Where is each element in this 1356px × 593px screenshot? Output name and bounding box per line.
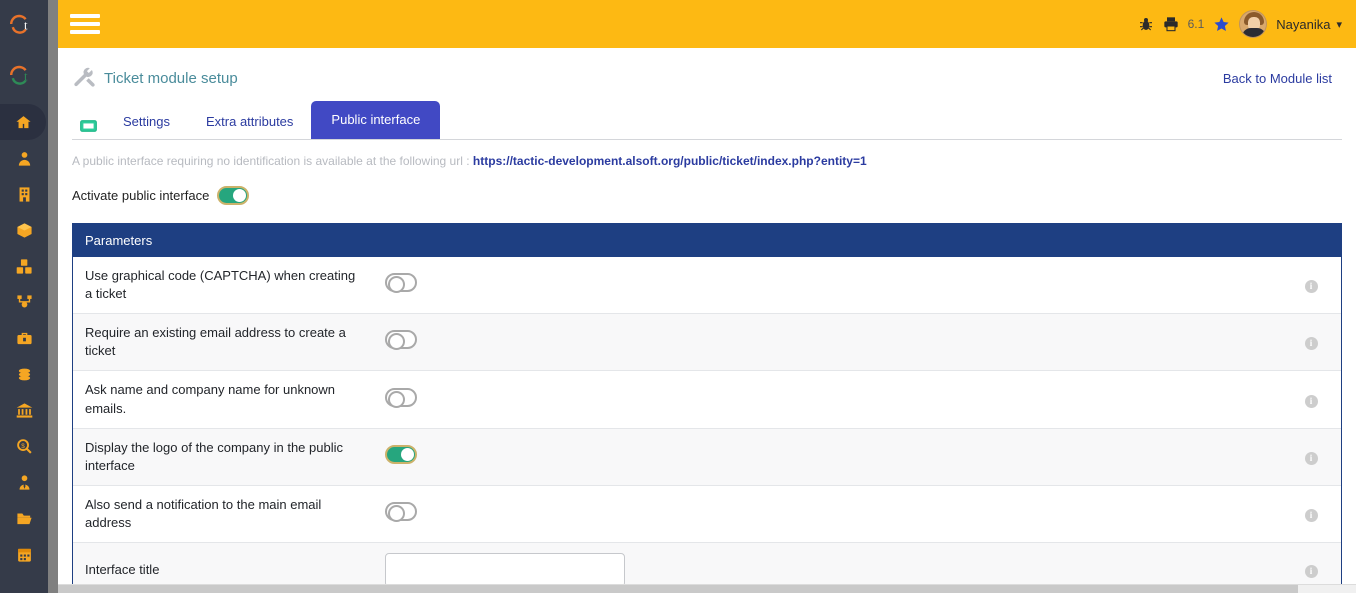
sidebar-item-bank[interactable] [0, 392, 48, 428]
sidebar-logo-primary[interactable]: t [0, 0, 48, 48]
row-control [373, 313, 1281, 370]
tactic-logo-icon: t [10, 14, 28, 34]
horizontal-scrollbar-thumb[interactable] [58, 585, 1298, 593]
info-icon[interactable]: i [1304, 451, 1318, 465]
activate-public-interface-label: Activate public interface [72, 187, 210, 203]
svg-text:$: $ [21, 442, 25, 449]
row-info: i [1281, 257, 1341, 314]
boxes-icon [16, 258, 32, 274]
public-url-notice-text: A public interface requiring no identifi… [72, 154, 470, 168]
bug-icon[interactable] [1138, 16, 1154, 32]
calendar-icon [17, 548, 31, 562]
sidebar-item-stocks[interactable] [0, 248, 48, 284]
username-label[interactable]: Nayanika [1276, 17, 1330, 32]
public-url-link[interactable]: https://tactic-development.alsoft.org/pu… [473, 154, 867, 168]
briefcase-icon [16, 332, 32, 344]
tab-settings[interactable]: Settings [105, 105, 188, 139]
home-icon [15, 115, 31, 128]
hamburger-icon[interactable] [70, 12, 100, 36]
table-row: Display the logo of the company in the p… [73, 428, 1341, 486]
user-avatar[interactable] [1239, 10, 1268, 38]
row-label: Require an existing email address to cre… [85, 324, 346, 359]
coins-icon [18, 368, 30, 380]
notify-main-email-toggle[interactable] [385, 502, 417, 523]
sidebar-item-hrm[interactable] [0, 464, 48, 500]
row-info: i [1281, 371, 1341, 428]
sidebar-item-accounting[interactable]: $ [0, 428, 48, 464]
main-content: Ticket module setup Back to Module list … [58, 48, 1356, 593]
back-to-module-list-link[interactable]: Back to Module list [1223, 71, 1342, 86]
ticket-icon [72, 119, 105, 139]
bank-icon [16, 402, 32, 418]
interface-title-input[interactable] [385, 553, 625, 588]
tab-extra-attributes[interactable]: Extra attributes [188, 105, 311, 139]
public-url-notice: A public interface requiring no identifi… [72, 154, 1342, 170]
table-row: Use graphical code (CAPTCHA) when creati… [73, 256, 1341, 314]
left-sidebar: t t $ [0, 0, 48, 593]
row-control [373, 371, 1281, 428]
captcha-toggle[interactable] [385, 272, 417, 293]
tactic-logo-alt-icon: t [10, 65, 28, 85]
row-label: Also send a notification to the main ema… [85, 497, 322, 531]
row-control [373, 257, 1281, 314]
sidebar-item-companies[interactable] [0, 176, 48, 212]
info-icon[interactable]: i [1304, 337, 1318, 351]
tab-public-interface[interactable]: Public interface [311, 101, 441, 139]
info-icon[interactable]: i [1304, 565, 1318, 579]
row-label: Display the logo of the company in the p… [85, 439, 343, 473]
table-row: Ask name and company name for unknown em… [73, 370, 1341, 429]
row-info: i [1281, 313, 1341, 370]
building-icon [19, 186, 29, 202]
horizontal-scrollbar[interactable] [58, 584, 1356, 593]
sidebar-item-billing[interactable] [0, 356, 48, 392]
svg-text:t: t [24, 70, 28, 84]
row-info: i [1281, 428, 1341, 485]
ask-name-company-toggle[interactable] [385, 387, 417, 408]
sidebar-item-documents[interactable] [0, 500, 48, 536]
activate-public-interface-toggle[interactable] [217, 185, 250, 205]
user-icon [18, 151, 30, 166]
sidebar-logo-secondary[interactable]: t [0, 48, 48, 102]
chevron-down-icon[interactable]: ▾ [1336, 18, 1342, 31]
sidebar-item-third-parties[interactable] [0, 140, 48, 176]
version-label: 6.1 [1187, 17, 1205, 31]
table-row: Require an existing email address to cre… [73, 313, 1341, 371]
sitemap-icon [16, 294, 32, 307]
require-email-toggle[interactable] [385, 330, 417, 351]
parameters-table: Parameters Use graphical code (CAPTCHA) … [72, 222, 1342, 593]
table-row: Also send a notification to the main ema… [73, 485, 1341, 543]
page-title: Ticket module setup [104, 69, 238, 87]
row-label: Use graphical code (CAPTCHA) when creati… [85, 267, 356, 301]
sidebar-scrollbar[interactable] [48, 0, 58, 593]
sidebar-nav: $ [0, 102, 48, 572]
row-control [373, 428, 1281, 485]
info-icon[interactable]: i [1304, 509, 1318, 523]
app-root: t t $ 6.1 Nayanika ▾ Ticket module setup… [0, 0, 1356, 593]
display-logo-toggle[interactable] [385, 444, 417, 464]
star-icon[interactable] [1213, 16, 1230, 33]
page-header: Ticket module setup Back to Module list [58, 48, 1356, 90]
tab-bar: Settings Extra attributes Public interfa… [72, 101, 1342, 140]
parameters-table-header: Parameters [73, 223, 1341, 257]
row-control [373, 486, 1281, 543]
printer-icon[interactable] [1163, 16, 1179, 32]
activate-public-interface-row: Activate public interface [72, 185, 1342, 205]
sidebar-item-projects[interactable] [0, 284, 48, 320]
sidebar-item-agenda[interactable] [0, 536, 48, 572]
money-search-icon: $ [16, 438, 32, 454]
sidebar-item-home[interactable] [0, 104, 46, 140]
sidebar-item-commercial[interactable] [0, 320, 48, 356]
info-icon[interactable]: i [1304, 394, 1318, 408]
topbar-actions: 6.1 Nayanika ▾ [1138, 0, 1356, 48]
tools-icon [72, 66, 96, 90]
top-bar: 6.1 Nayanika ▾ [58, 0, 1356, 48]
folder-open-icon [16, 513, 32, 524]
row-label: Ask name and company name for unknown em… [85, 382, 336, 416]
svg-text:t: t [24, 19, 28, 33]
row-info: i [1281, 486, 1341, 543]
box-icon [16, 222, 32, 238]
info-icon[interactable]: i [1304, 279, 1318, 293]
user-tie-icon [19, 474, 29, 490]
sidebar-item-products[interactable] [0, 212, 48, 248]
